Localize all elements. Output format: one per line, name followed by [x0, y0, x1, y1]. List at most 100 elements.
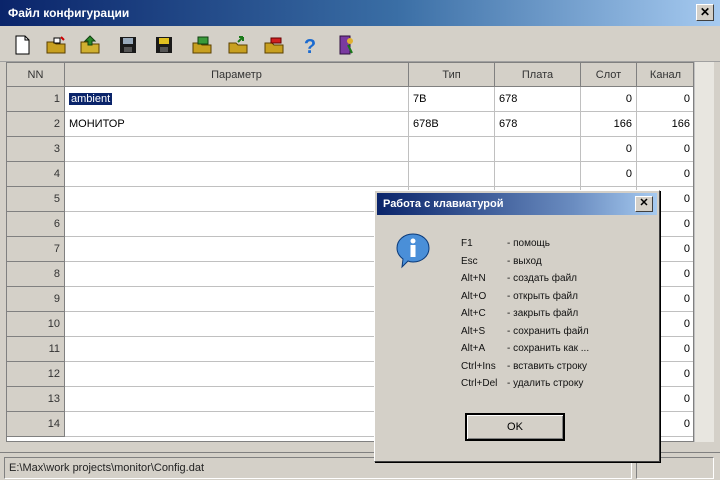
- table-row: 4 00: [7, 162, 693, 187]
- cell-parameter[interactable]: [65, 412, 409, 437]
- cell-parameter[interactable]: [65, 212, 409, 237]
- shortcut-description: - вставить строку: [507, 360, 587, 372]
- dialog-title: Работа с клавиатурой: [383, 198, 504, 210]
- open-file-button[interactable]: [44, 33, 68, 57]
- window-close-button[interactable]: ✕: [696, 4, 714, 21]
- exit-button[interactable]: [334, 33, 358, 57]
- export-button[interactable]: [226, 33, 250, 57]
- save-as-icon: [156, 37, 172, 53]
- row-number[interactable]: 3: [7, 137, 65, 162]
- delete-row-button[interactable]: [262, 33, 286, 57]
- title-bar: Файл конфигурации ✕: [0, 0, 720, 26]
- save-as-button[interactable]: [152, 33, 176, 57]
- shortcut-line: Esc - выход: [461, 253, 657, 271]
- shortcut-line: Alt+S - сохранить файл: [461, 323, 657, 341]
- cell-type[interactable]: 678B: [409, 112, 495, 137]
- shortcut-line: F1 - помощь: [461, 235, 657, 253]
- cell-slot[interactable]: 0: [581, 87, 637, 112]
- cell-board[interactable]: 678: [495, 87, 581, 112]
- shortcut-line: Alt+N - создать файл: [461, 270, 657, 288]
- column-header-slot[interactable]: Слот: [581, 63, 637, 87]
- row-number[interactable]: 8: [7, 262, 65, 287]
- cell-slot[interactable]: 0: [581, 137, 637, 162]
- cell-parameter[interactable]: ambient: [65, 87, 409, 112]
- dialog-close-button[interactable]: ✕: [635, 196, 653, 212]
- shortcut-description: - выход: [507, 255, 542, 267]
- shortcut-line: Ctrl+Ins - вставить строку: [461, 358, 657, 376]
- cell-parameter[interactable]: [65, 312, 409, 337]
- config-window: Файл конфигурации ✕ ? NN Параметр Тип Пл…: [0, 0, 720, 480]
- shortcut-key: Esc: [461, 255, 478, 267]
- cell-board[interactable]: [495, 162, 581, 187]
- vertical-scrollbar[interactable]: [694, 62, 714, 442]
- shortcut-key: Alt+N: [461, 273, 486, 284]
- cell-channel[interactable]: 0: [637, 137, 693, 162]
- cell-slot[interactable]: 166: [581, 112, 637, 137]
- open-folder-button[interactable]: [78, 33, 102, 57]
- info-icon: [393, 231, 433, 271]
- window-title: Файл конфигурации: [8, 6, 130, 20]
- insert-row-button[interactable]: [190, 33, 214, 57]
- cell-parameter[interactable]: МОНИТОР: [65, 112, 409, 137]
- table-row: 1 ambient 7B 678 0 0: [7, 87, 693, 112]
- shortcut-line: Ctrl+Del - удалить строку: [461, 375, 657, 393]
- row-number[interactable]: 5: [7, 187, 65, 212]
- cell-parameter[interactable]: [65, 187, 409, 212]
- row-number[interactable]: 6: [7, 212, 65, 237]
- help-button[interactable]: ?: [298, 33, 322, 57]
- cell-parameter[interactable]: [65, 162, 409, 187]
- toolbar: ?: [0, 28, 720, 62]
- cell-board[interactable]: [495, 137, 581, 162]
- cell-parameter[interactable]: [65, 362, 409, 387]
- shortcut-description: - закрыть файл: [507, 308, 579, 319]
- column-header-nn[interactable]: NN: [7, 63, 65, 87]
- cell-channel[interactable]: 0: [637, 162, 693, 187]
- row-number[interactable]: 1: [7, 87, 65, 112]
- save-button[interactable]: [116, 33, 140, 57]
- cell-parameter[interactable]: [65, 387, 409, 412]
- shortcut-key: Ctrl+Del: [461, 378, 498, 389]
- shortcut-key: Alt+A: [461, 343, 486, 354]
- table-row: 3 00: [7, 137, 693, 162]
- column-header-type[interactable]: Тип: [409, 63, 495, 87]
- row-number[interactable]: 13: [7, 387, 65, 412]
- cell-parameter[interactable]: [65, 237, 409, 262]
- row-number[interactable]: 9: [7, 287, 65, 312]
- shortcut-line: Alt+C - закрыть файл: [461, 305, 657, 323]
- ok-button[interactable]: OK: [465, 413, 565, 441]
- cell-type[interactable]: [409, 162, 495, 187]
- cell-parameter[interactable]: [65, 287, 409, 312]
- cell-slot[interactable]: 0: [581, 162, 637, 187]
- save-icon: [120, 37, 136, 53]
- selected-cell-text: ambient: [69, 93, 113, 105]
- column-header-parameter[interactable]: Параметр: [65, 63, 409, 87]
- cell-board[interactable]: 678: [495, 112, 581, 137]
- shortcut-list: F1- помощь Esc - выход Alt+N - создать файл A…: [461, 235, 657, 393]
- shortcut-key: Ctrl+Ins: [461, 360, 496, 372]
- shortcut-key: Alt+C: [461, 308, 486, 319]
- cell-type[interactable]: 7B: [409, 87, 495, 112]
- row-number[interactable]: 4: [7, 162, 65, 187]
- new-file-button[interactable]: [10, 33, 34, 57]
- cell-parameter[interactable]: [65, 137, 409, 162]
- cell-parameter[interactable]: [65, 262, 409, 287]
- dialog-title-bar: Работа с клавиатурой ✕: [377, 193, 657, 215]
- cell-type[interactable]: [409, 137, 495, 162]
- cell-channel[interactable]: 0: [637, 87, 693, 112]
- column-header-board[interactable]: Плата: [495, 63, 581, 87]
- svg-text:?: ?: [304, 36, 316, 57]
- cell-parameter[interactable]: [65, 337, 409, 362]
- help-icon: ?: [304, 36, 316, 57]
- row-number[interactable]: 12: [7, 362, 65, 387]
- shortcut-description: - сохранить файл: [507, 325, 589, 337]
- row-number[interactable]: 11: [7, 337, 65, 362]
- insert-row-icon: [192, 36, 212, 54]
- shortcut-key: Alt+O: [461, 290, 487, 302]
- row-number[interactable]: 2: [7, 112, 65, 137]
- row-number[interactable]: 10: [7, 312, 65, 337]
- row-number[interactable]: 7: [7, 237, 65, 262]
- row-number[interactable]: 14: [7, 412, 65, 437]
- cell-channel[interactable]: 166: [637, 112, 693, 137]
- column-header-channel[interactable]: Канал: [637, 63, 693, 87]
- shortcut-key: F1: [461, 238, 473, 249]
